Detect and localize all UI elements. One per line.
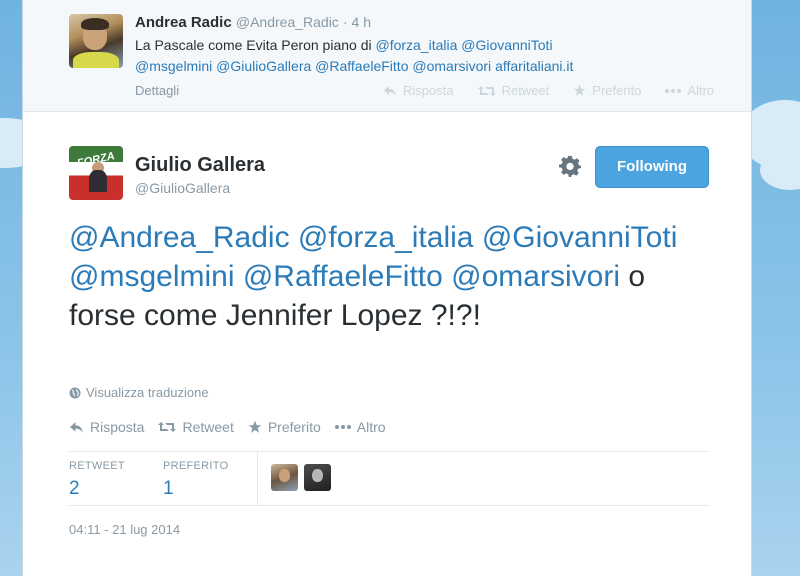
details-link[interactable]: Dettagli xyxy=(135,83,179,98)
translate-label: Visualizza traduzione xyxy=(86,385,209,400)
retweet-stat-label: RETWEET xyxy=(69,460,125,472)
mention-link[interactable]: @Andrea_Radic xyxy=(69,221,290,254)
retweet-icon xyxy=(477,85,496,96)
author-handle[interactable]: @GiulioGallera xyxy=(135,180,230,196)
favorite-button[interactable]: Preferito xyxy=(573,83,641,98)
mention-link[interactable]: @GiulioGallera xyxy=(216,58,311,74)
mention-link[interactable]: @msgelmini xyxy=(135,58,212,74)
tweet-timestamp[interactable]: 04:11 - 21 lug 2014 xyxy=(69,522,180,537)
parent-tweet-text: La Pascale come Evita Peron piano di @fo… xyxy=(135,35,655,77)
mention-link[interactable]: @RaffaeleFitto xyxy=(243,260,443,293)
tweet-permalink-card: Andrea Radic @Andrea_Radic · 4 h La Pasc… xyxy=(22,0,752,576)
mention-link[interactable]: @GiovanniToti xyxy=(461,37,552,53)
more-icon xyxy=(334,425,351,429)
tweet-stats: RETWEET 2 PREFERITO 1 xyxy=(69,451,709,506)
tweet-time[interactable]: · 4 h xyxy=(343,14,371,30)
retweet-label: Retweet xyxy=(501,83,550,98)
avatar[interactable]: FORZA xyxy=(69,146,123,200)
favorite-count: 1 xyxy=(163,478,174,499)
retweet-label: Retweet xyxy=(182,419,234,435)
mention-link[interactable]: @omarsivori xyxy=(451,260,620,293)
main-tweet-actions: Risposta Retweet Preferito Altro xyxy=(69,419,400,435)
more-icon xyxy=(665,88,682,93)
favorite-button[interactable]: Preferito xyxy=(248,419,321,435)
gear-icon[interactable] xyxy=(559,155,581,177)
mention-link[interactable]: @GiovanniToti xyxy=(482,221,678,254)
retweet-button[interactable]: Retweet xyxy=(158,419,234,435)
more-button[interactable]: Altro xyxy=(334,419,386,435)
parent-tweet-actions: Risposta Retweet Preferito Altro xyxy=(383,83,738,98)
author-name[interactable]: Andrea Radic xyxy=(135,14,232,31)
star-icon xyxy=(573,84,586,96)
reply-icon xyxy=(70,421,83,433)
engager-avatars xyxy=(271,464,331,491)
favorite-stat[interactable]: PREFERITO 1 xyxy=(163,460,228,500)
avatar[interactable] xyxy=(271,464,298,491)
author-handle[interactable]: @Andrea_Radic xyxy=(236,14,339,30)
reply-label: Risposta xyxy=(403,83,454,98)
mention-link[interactable]: @forza_italia xyxy=(298,221,474,254)
favorite-label: Preferito xyxy=(267,419,321,435)
reply-button[interactable]: Risposta xyxy=(383,83,454,98)
more-label: Altro xyxy=(356,419,386,435)
globe-icon xyxy=(69,387,81,398)
avatar[interactable] xyxy=(304,464,331,491)
favorite-label: Preferito xyxy=(592,83,642,98)
translate-link[interactable]: Visualizza traduzione xyxy=(69,385,209,400)
reply-button[interactable]: Risposta xyxy=(69,419,144,435)
mention-link[interactable]: @omarsivori xyxy=(412,58,491,74)
mention-link[interactable]: @RaffaeleFitto xyxy=(315,58,408,74)
parent-tweet[interactable]: Andrea Radic @Andrea_Radic · 4 h La Pasc… xyxy=(23,0,751,112)
more-button[interactable]: Altro xyxy=(665,83,714,98)
following-button[interactable]: Following xyxy=(595,146,709,188)
mention-link[interactable]: @forza_italia xyxy=(375,37,457,53)
reply-icon xyxy=(384,85,396,96)
retweet-count: 2 xyxy=(69,478,80,499)
star-icon xyxy=(248,420,262,433)
parent-tweet-header: Andrea Radic @Andrea_Radic · 4 h xyxy=(135,14,371,31)
reply-label: Risposta xyxy=(90,419,145,435)
author-name[interactable]: Giulio Gallera xyxy=(135,154,265,177)
retweet-icon xyxy=(158,422,177,432)
stats-divider xyxy=(257,452,258,506)
main-tweet-text: @Andrea_Radic @forza_italia @GiovanniTot… xyxy=(69,218,719,335)
favorite-stat-label: PREFERITO xyxy=(163,460,229,472)
tweet-text: La Pascale come Evita Peron piano di xyxy=(135,37,376,53)
retweet-button[interactable]: Retweet xyxy=(477,83,550,98)
url-link[interactable]: affaritaliani.it xyxy=(495,58,573,74)
more-label: Altro xyxy=(687,83,715,98)
mention-link[interactable]: @msgelmini xyxy=(69,260,234,293)
retweet-stat[interactable]: RETWEET 2 xyxy=(69,460,125,500)
avatar[interactable] xyxy=(69,14,123,68)
